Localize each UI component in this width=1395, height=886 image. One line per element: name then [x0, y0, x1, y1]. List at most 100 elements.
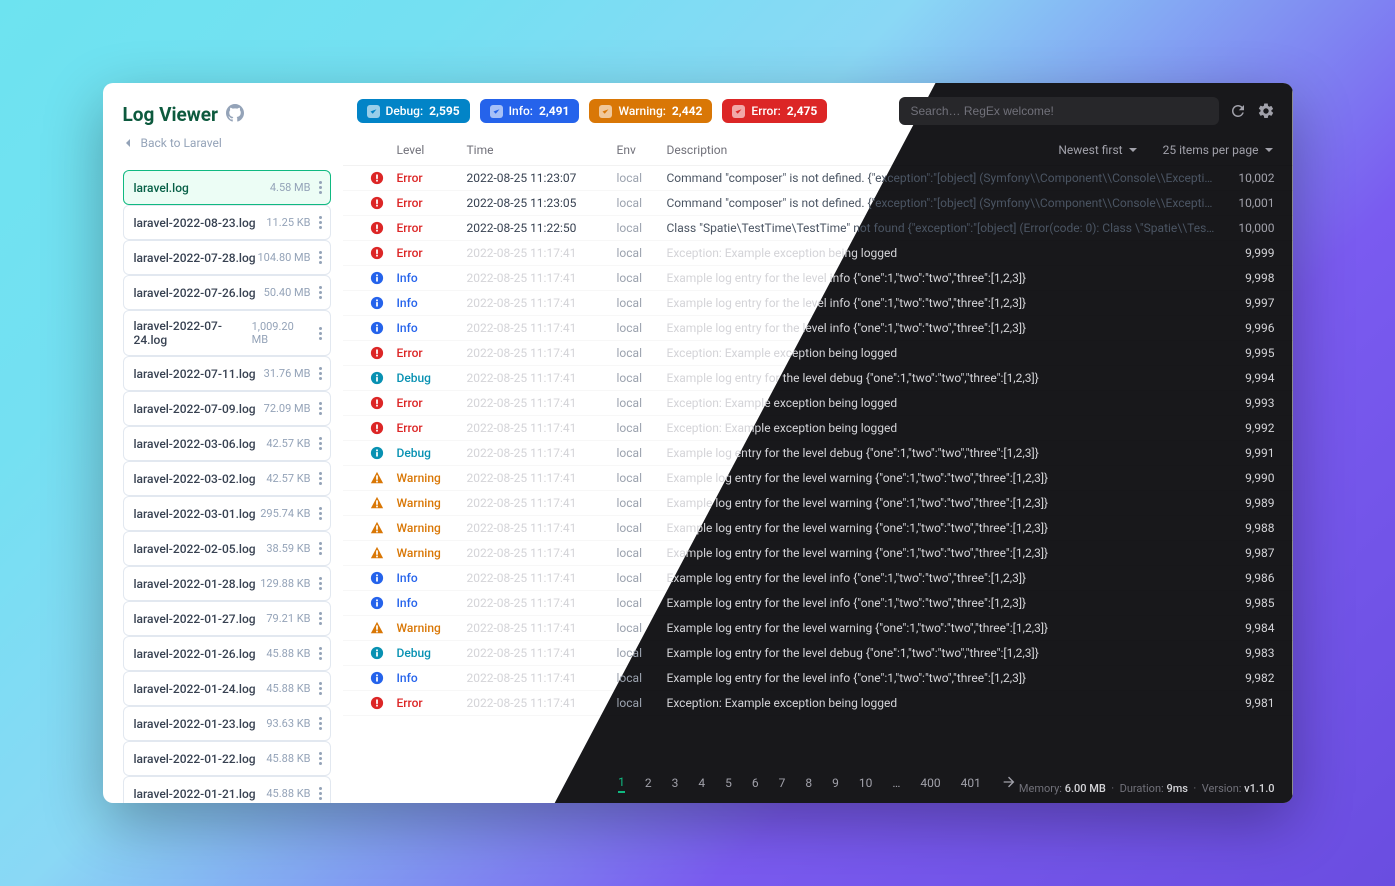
log-row[interactable]: Error 2022-08-25 11:23:05 local Command …: [343, 191, 1293, 216]
checkbox-icon: [599, 105, 612, 118]
refresh-icon[interactable]: [1229, 102, 1247, 120]
log-row[interactable]: Info 2022-08-25 11:17:41 local Example l…: [343, 316, 1293, 341]
row-index: 9,989: [1215, 496, 1275, 510]
more-icon[interactable]: [317, 470, 324, 487]
log-row[interactable]: Error 2022-08-25 11:17:41 local Exceptio…: [343, 341, 1293, 366]
file-item[interactable]: laravel-2022-03-02.log 42.57 KB: [123, 461, 331, 496]
more-icon[interactable]: [317, 284, 324, 301]
log-row[interactable]: Warning 2022-08-25 11:17:41 local Exampl…: [343, 616, 1293, 641]
file-item[interactable]: laravel-2022-01-26.log 45.88 KB: [123, 636, 331, 671]
file-item[interactable]: laravel-2022-07-26.log 50.40 MB: [123, 275, 331, 310]
file-item[interactable]: laravel-2022-01-24.log 45.88 KB: [123, 671, 331, 706]
file-item[interactable]: laravel-2022-03-06.log 42.57 KB: [123, 426, 331, 461]
log-row[interactable]: Warning 2022-08-25 11:17:41 local Exampl…: [343, 466, 1293, 491]
next-page-icon[interactable]: [1001, 774, 1017, 793]
file-item[interactable]: laravel-2022-01-28.log 129.88 KB: [123, 566, 331, 601]
file-item[interactable]: laravel-2022-01-22.log 45.88 KB: [123, 741, 331, 776]
file-item[interactable]: laravel-2022-01-23.log 93.63 KB: [123, 706, 331, 741]
row-description: Example log entry for the level debug {"…: [667, 646, 1215, 660]
more-icon[interactable]: [317, 325, 324, 342]
more-icon[interactable]: [317, 214, 324, 231]
file-item[interactable]: laravel-2022-03-01.log 295.74 KB: [123, 496, 331, 531]
row-index: 9,982: [1215, 671, 1275, 685]
more-icon[interactable]: [317, 575, 324, 592]
more-icon[interactable]: [317, 505, 324, 522]
per-page-select[interactable]: 25 items per page: [1163, 143, 1275, 157]
row-index: 10,001: [1215, 196, 1275, 210]
log-row[interactable]: Debug 2022-08-25 11:17:41 local Example …: [343, 641, 1293, 666]
log-row[interactable]: Debug 2022-08-25 11:17:41 local Example …: [343, 441, 1293, 466]
row-description: Example log entry for the level warning …: [667, 546, 1215, 560]
log-row[interactable]: Error 2022-08-25 11:17:41 local Exceptio…: [343, 416, 1293, 441]
file-item[interactable]: laravel-2022-08-23.log 11.25 KB: [123, 205, 331, 240]
sort-order-select[interactable]: Newest first: [1058, 143, 1138, 157]
page-7[interactable]: 7: [779, 776, 786, 790]
row-env: local: [617, 346, 667, 360]
back-link[interactable]: Back to Laravel: [123, 136, 331, 150]
log-row[interactable]: Error 2022-08-25 11:17:41 local Exceptio…: [343, 241, 1293, 266]
back-link-label: Back to Laravel: [141, 136, 222, 150]
file-item[interactable]: laravel-2022-07-28.log 104.80 MB: [123, 240, 331, 275]
file-item[interactable]: laravel-2022-01-27.log 79.21 KB: [123, 601, 331, 636]
log-row[interactable]: Info 2022-08-25 11:17:41 local Example l…: [343, 666, 1293, 691]
search-input[interactable]: [899, 97, 1219, 125]
more-icon[interactable]: [317, 750, 324, 767]
log-row[interactable]: Error 2022-08-25 11:17:41 local Exceptio…: [343, 391, 1293, 416]
log-row[interactable]: Debug 2022-08-25 11:17:41 local Example …: [343, 366, 1293, 391]
log-row[interactable]: Warning 2022-08-25 11:17:41 local Exampl…: [343, 516, 1293, 541]
more-icon[interactable]: [317, 680, 324, 697]
more-icon[interactable]: [317, 179, 324, 196]
log-row[interactable]: Warning 2022-08-25 11:17:41 local Exampl…: [343, 541, 1293, 566]
file-item[interactable]: laravel-2022-07-09.log 72.09 MB: [123, 391, 331, 426]
row-description: Exception: Example exception being logge…: [667, 421, 1215, 435]
row-time: 2022-08-25 11:17:41: [467, 521, 617, 535]
log-row[interactable]: Error 2022-08-25 11:17:41 local Exceptio…: [343, 691, 1293, 716]
more-icon[interactable]: [317, 645, 324, 662]
page-5[interactable]: 5: [725, 776, 732, 790]
more-icon[interactable]: [317, 249, 324, 266]
file-item[interactable]: laravel.log 4.58 MB: [123, 170, 331, 205]
log-row[interactable]: Warning 2022-08-25 11:17:41 local Exampl…: [343, 491, 1293, 516]
gear-icon[interactable]: [1257, 102, 1275, 120]
log-row[interactable]: Error 2022-08-25 11:22:50 local Class "S…: [343, 216, 1293, 241]
github-icon[interactable]: [226, 104, 244, 126]
page-9[interactable]: 9: [832, 776, 839, 790]
pill-count: 2,595: [429, 104, 460, 118]
row-description: Exception: Example exception being logge…: [667, 346, 1215, 360]
filter-pill-info[interactable]: Info: 2,491: [480, 99, 580, 123]
log-row[interactable]: Info 2022-08-25 11:17:41 local Example l…: [343, 291, 1293, 316]
more-icon[interactable]: [317, 785, 324, 802]
page-401[interactable]: 401: [961, 776, 981, 790]
file-item[interactable]: laravel-2022-07-24.log 1,009.20 MB: [123, 310, 331, 356]
file-item[interactable]: laravel-2022-02-05.log 38.59 KB: [123, 531, 331, 566]
more-icon[interactable]: [317, 540, 324, 557]
file-item[interactable]: laravel-2022-01-21.log 45.88 KB: [123, 776, 331, 803]
log-row[interactable]: Info 2022-08-25 11:17:41 local Example l…: [343, 266, 1293, 291]
page-2[interactable]: 2: [645, 776, 652, 790]
more-icon[interactable]: [317, 715, 324, 732]
row-description: Example log entry for the level info {"o…: [667, 571, 1215, 585]
filter-pill-debug[interactable]: Debug: 2,595: [357, 99, 470, 123]
page-3[interactable]: 3: [672, 776, 679, 790]
table-header: Level Time Env Description Newest first …: [343, 135, 1293, 166]
row-env: local: [617, 671, 667, 685]
page-4[interactable]: 4: [698, 776, 705, 790]
row-level: Info: [397, 596, 467, 610]
more-icon[interactable]: [317, 610, 324, 627]
log-row[interactable]: Info 2022-08-25 11:17:41 local Example l…: [343, 591, 1293, 616]
more-icon[interactable]: [317, 400, 324, 417]
page-1[interactable]: 1: [618, 775, 625, 793]
row-description: Example log entry for the level warning …: [667, 521, 1215, 535]
page-6[interactable]: 6: [752, 776, 759, 790]
log-row[interactable]: Error 2022-08-25 11:23:07 local Command …: [343, 166, 1293, 191]
filter-pill-error[interactable]: Error: 2,475: [722, 99, 827, 123]
page-8[interactable]: 8: [805, 776, 812, 790]
more-icon[interactable]: [317, 365, 324, 382]
log-row[interactable]: Info 2022-08-25 11:17:41 local Example l…: [343, 566, 1293, 591]
page-400[interactable]: 400: [920, 776, 940, 790]
filter-pill-warning[interactable]: Warning: 2,442: [589, 99, 712, 123]
file-item[interactable]: laravel-2022-07-11.log 31.76 MB: [123, 356, 331, 391]
more-icon[interactable]: [317, 435, 324, 452]
page-10[interactable]: 10: [859, 776, 873, 790]
file-size: 295.74 KB: [260, 507, 310, 520]
